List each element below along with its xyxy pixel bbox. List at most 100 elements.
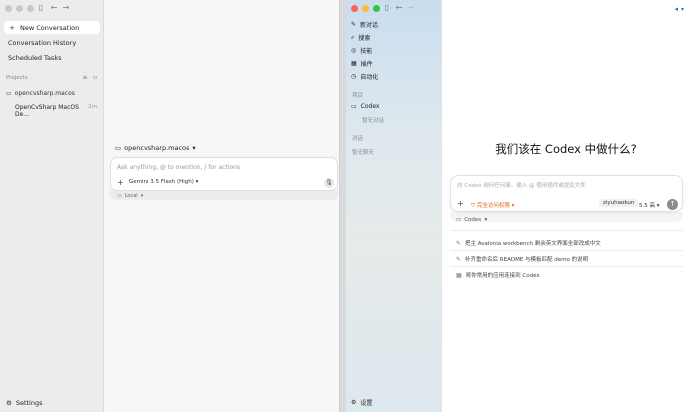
scheduled-tasks-button[interactable]: Scheduled Tasks: [4, 51, 100, 64]
minimize-window-button[interactable]: [16, 5, 23, 12]
project-empty-text: 暂无对话: [362, 118, 385, 124]
chats-empty-text: 暂无聊天: [352, 150, 375, 156]
add-attachment-icon[interactable]: +: [117, 178, 124, 187]
settings-button[interactable]: ⚙ 设置: [351, 398, 372, 407]
project-folder-item[interactable]: ▭ opencvsharp.macos: [6, 90, 75, 97]
search-button[interactable]: ⌕ 搜索: [351, 33, 371, 43]
nav-label: Scheduled Tasks: [8, 53, 62, 62]
settings-label: Settings: [15, 399, 43, 407]
monitor-icon: ▭: [117, 193, 122, 199]
minimize-window-button[interactable]: [362, 5, 369, 12]
nav-label: 自动化: [360, 74, 379, 81]
grid-icon: ▦: [456, 271, 462, 279]
share-button[interactable]: ◂ ▾: [674, 5, 684, 13]
right-app-window: ▯ ← → ✎ 新对话 ⌕ 搜索 ◎ 技能 ▦ 插件 ◷ 自动化 项目 ▭ Co…: [346, 0, 690, 412]
gear-icon: ⚙: [6, 399, 12, 407]
edit-icon: ✎: [456, 239, 462, 247]
mode-label: Local: [124, 193, 138, 199]
reasoning-label: 5.5 高: [639, 203, 655, 209]
close-window-button[interactable]: [5, 5, 12, 12]
nav-label: 技能: [360, 48, 373, 55]
project-folder-item[interactable]: ▭ Codex: [351, 103, 379, 110]
nav-label: 搜索: [358, 35, 371, 42]
project-name: Codex: [360, 103, 380, 110]
edit-icon: ✎: [456, 255, 462, 263]
project-selector[interactable]: ▭ opencvsharp.macos ▾: [115, 144, 196, 152]
automation-button[interactable]: ◷ 自动化: [351, 72, 378, 81]
plugins-button[interactable]: ▦ 插件: [351, 59, 373, 68]
new-folder-icon[interactable]: ▫: [90, 73, 100, 83]
chevron-down-icon: ▾: [656, 203, 660, 209]
reasoning-selector[interactable]: 5.5 高 ▾: [639, 201, 660, 209]
close-window-button[interactable]: [351, 5, 358, 12]
forward-arrow-icon[interactable]: →: [61, 3, 71, 13]
share-icon: ◂: [674, 5, 678, 13]
chevron-down-icon: ▾: [192, 144, 196, 152]
conversation-history-button[interactable]: Conversation History: [4, 36, 100, 49]
workspace-label: Codex: [464, 217, 482, 223]
left-main-panel: [105, 0, 339, 412]
divider: [450, 266, 683, 267]
filter-icon[interactable]: ≡: [80, 73, 90, 83]
model-label: Gemini 3.5 Flash (High): [129, 179, 194, 185]
skills-button[interactable]: ◎ 技能: [351, 46, 372, 55]
composer-placeholder[interactable]: 向 Codex 询问任何事。输入 @ 使用插件或提及文件: [457, 181, 586, 189]
suggestion-text: 补齐重命名后 README 与模板匹配 demo 的说明: [465, 257, 589, 263]
composer[interactable]: Ask anything, @ to mention, / for action…: [110, 157, 338, 191]
zoom-window-button[interactable]: [373, 5, 380, 12]
shield-icon: ⛉: [471, 203, 476, 209]
nav-label: Conversation History: [8, 38, 77, 47]
microphone-icon[interactable]: 🎙: [324, 178, 334, 188]
nav-label: 新对话: [360, 22, 379, 29]
workspace-selector[interactable]: ▭ Codex ▾: [456, 217, 487, 223]
window-controls: [351, 5, 380, 12]
new-chat-button[interactable]: ✎ 新对话: [351, 20, 378, 29]
chevron-down-icon: ▾: [484, 217, 488, 223]
right-sidebar: ▯ ← → ✎ 新对话 ⌕ 搜索 ◎ 技能 ▦ 插件 ◷ 自动化 项目 ▭ Co…: [346, 0, 442, 412]
access-label: 完全访问权限: [476, 203, 510, 209]
divider: [450, 230, 683, 231]
project-name: opencvsharp.macos: [14, 90, 75, 97]
clock-icon: ◷: [351, 73, 357, 80]
nav-label: 插件: [360, 61, 373, 68]
composer[interactable]: 向 Codex 询问任何事。输入 @ 使用插件或提及文件 + ⛉ 完全访问权限 …: [450, 175, 683, 212]
gear-icon: ⚙: [351, 399, 357, 406]
plus-icon: +: [9, 23, 15, 32]
plugin-icon: ▦: [351, 60, 357, 67]
divider: [450, 250, 683, 251]
add-attachment-icon[interactable]: +: [457, 199, 464, 208]
thread-title: OpenCvSharp MacOS De...: [15, 104, 79, 118]
chevron-down-icon: ▾: [195, 179, 199, 185]
back-arrow-icon[interactable]: ←: [49, 3, 59, 13]
suggestion-text: 将你常用的应用连接到 Codex: [465, 273, 540, 279]
page-title: 我们该在 Codex 中做什么?: [495, 142, 637, 156]
suggestion-item[interactable]: ▦ 将你常用的应用连接到 Codex: [456, 271, 540, 280]
sidebar-toggle-icon[interactable]: ▯: [36, 3, 46, 13]
left-app-window: ▯ ← → + New Conversation Conversation Hi…: [0, 0, 340, 412]
chevron-down-icon: ▾: [680, 5, 684, 13]
suggestion-text: 把主 Avalonia workbench 剩余英文界面全部改成中文: [465, 241, 601, 247]
chevron-down-icon: ▾: [511, 203, 515, 209]
thread-item[interactable]: OpenCvSharp MacOS De... 2m: [15, 104, 97, 118]
folder-icon: ▭: [351, 103, 357, 110]
model-selector[interactable]: Gemini 3.5 Flash (High) ▾: [129, 179, 198, 185]
new-conversation-button[interactable]: + New Conversation: [4, 21, 100, 34]
send-arrow-icon[interactable]: ↑: [667, 199, 678, 210]
sidebar-toggle-icon[interactable]: ▯: [382, 3, 392, 13]
access-level-selector[interactable]: ⛉ 完全访问权限 ▾: [471, 201, 514, 210]
suggestion-item[interactable]: ✎ 补齐重命名后 README 与模板匹配 demo 的说明: [456, 255, 589, 264]
composer-placeholder[interactable]: Ask anything, @ to mention, / for action…: [117, 164, 240, 171]
nav-label: New Conversation: [20, 23, 80, 32]
account-badge[interactable]: ziyuhaokun: [599, 199, 639, 207]
suggestion-item[interactable]: ✎ 把主 Avalonia workbench 剩余英文界面全部改成中文: [456, 239, 601, 248]
project-selector-label: opencvsharp.macos: [124, 144, 190, 152]
settings-button[interactable]: ⚙ Settings: [6, 399, 43, 407]
mode-bar: [110, 191, 338, 200]
chats-section-label: 对话: [352, 136, 364, 142]
folder-icon: ▭: [456, 217, 462, 223]
back-arrow-icon[interactable]: ←: [394, 3, 404, 13]
forward-arrow-icon[interactable]: →: [406, 3, 416, 13]
zoom-window-button[interactable]: [27, 5, 34, 12]
mode-selector[interactable]: ▭ Local ▾: [117, 193, 143, 199]
thread-time: 2m: [88, 104, 97, 110]
